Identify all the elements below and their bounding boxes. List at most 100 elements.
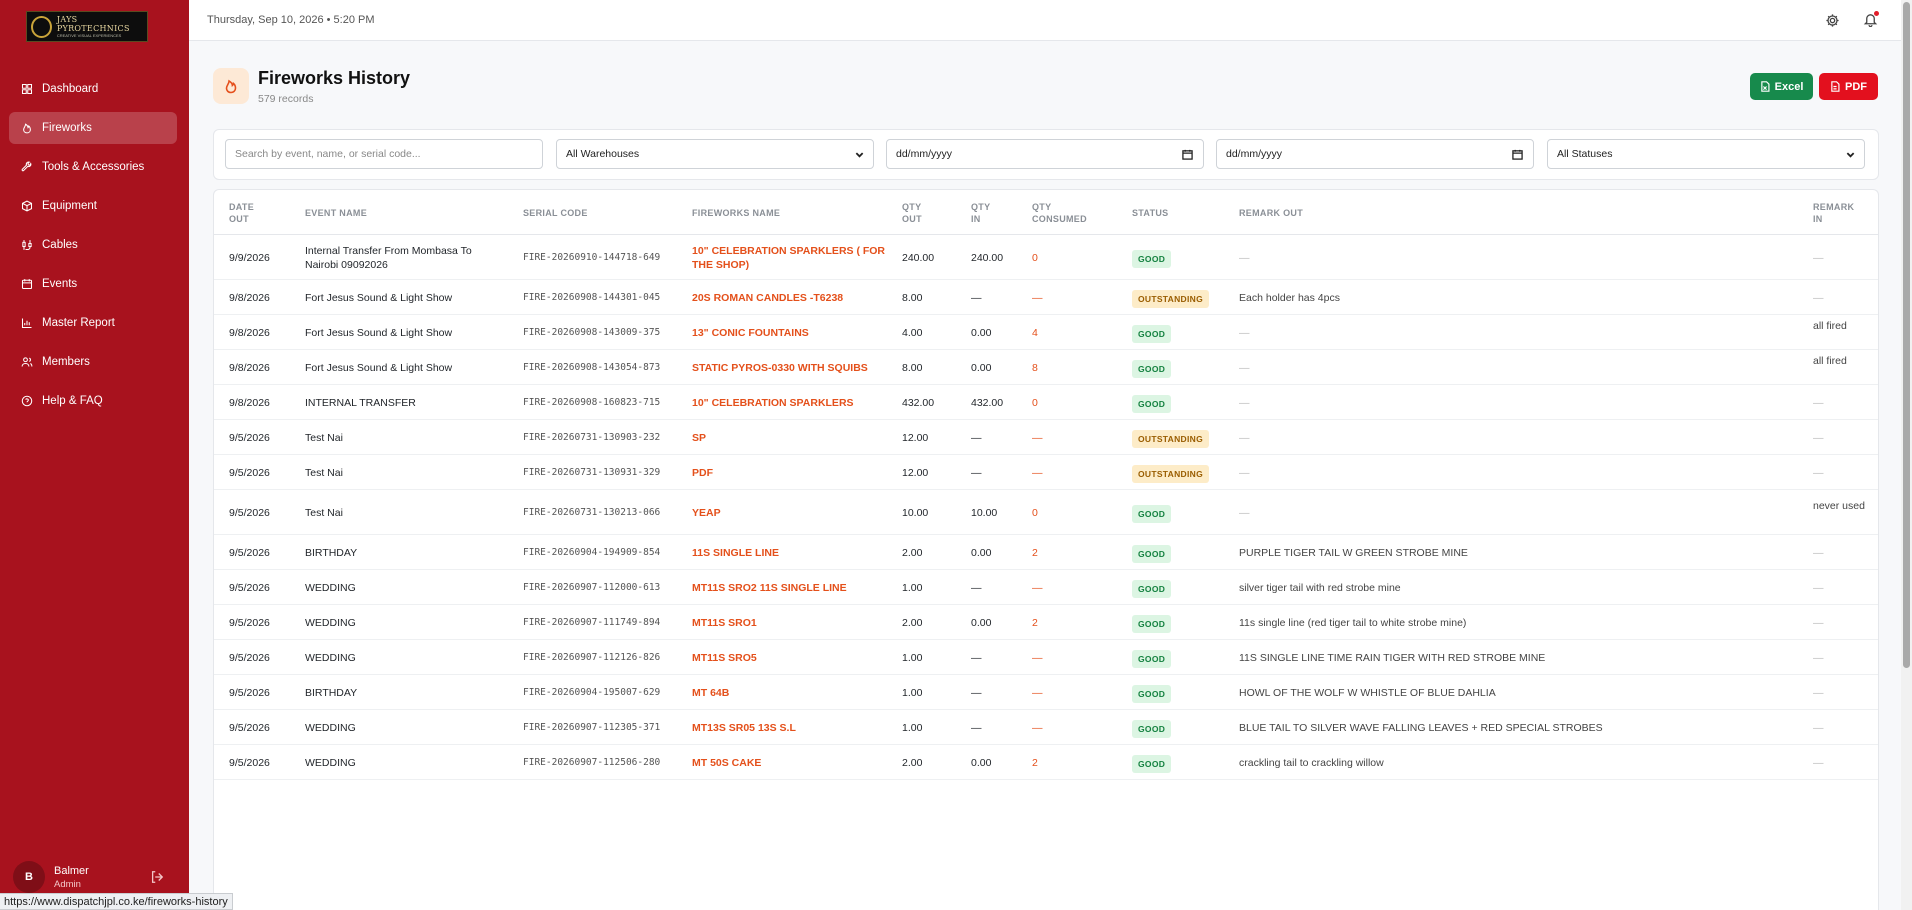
status-badge: GOOD [1132, 359, 1172, 378]
search-input[interactable]: Search by event, name, or serial code... [225, 139, 543, 169]
column-header-qty-consumed[interactable]: QTY CONSUMED [1032, 201, 1087, 225]
table-row[interactable]: 9/5/2026 WEDDING FIRE-20260907-112000-613 M… [214, 570, 1878, 605]
qty-out-cell: 10.00 [902, 506, 929, 519]
file-icon [1831, 81, 1840, 92]
status-badge: OUTSTANDING [1132, 429, 1209, 448]
fireworks-name-link[interactable]: MT11S SRO5 [692, 651, 892, 665]
fireworks-name-link[interactable]: MT 64B [692, 686, 892, 700]
column-header-date-out[interactable]: DATE OUT [229, 201, 254, 225]
table-row[interactable]: 9/5/2026 WEDDING FIRE-20260907-112126-826 M… [214, 640, 1878, 675]
fireworks-name-link[interactable]: STATIC PYROS-0330 WITH SQUIBS [692, 361, 892, 375]
date-out-cell: 9/5/2026 [229, 756, 270, 769]
serial-code-cell: FIRE-20260910-144718-649 [523, 251, 661, 263]
column-header-remark-in[interactable]: REMARK IN [1813, 201, 1854, 225]
avatar[interactable]: B [13, 861, 45, 893]
calendar-icon[interactable] [1182, 149, 1193, 160]
export-pdf-button[interactable]: PDF [1819, 73, 1878, 100]
serial-code-cell: FIRE-20260904-194909-854 [523, 546, 661, 558]
status-badge: GOOD [1132, 544, 1172, 563]
table-row[interactable]: 9/5/2026 WEDDING FIRE-20260907-111749-894 M… [214, 605, 1878, 640]
qty-in-cell: 10.00 [971, 506, 998, 519]
export-excel-button[interactable]: Excel [1750, 73, 1813, 100]
sidebar-item-fireworks[interactable]: Fireworks [9, 112, 177, 144]
table-row[interactable]: 9/8/2026 Fort Jesus Sound & Light Show FIR… [214, 280, 1878, 315]
table-row[interactable]: 9/8/2026 INTERNAL TRANSFER FIRE-20260908-1… [214, 385, 1878, 420]
table-row[interactable]: 9/5/2026 WEDDING FIRE-20260907-112305-371 M… [214, 710, 1878, 745]
remark-in-cell: — [1813, 466, 1824, 479]
gear-icon[interactable] [1825, 13, 1839, 27]
flame-icon [213, 68, 249, 104]
qty-in-cell: 0.00 [971, 546, 992, 559]
fireworks-name-link[interactable]: MT13S SR05 13S S.L [692, 721, 892, 735]
remark-in-cell: — [1813, 396, 1824, 409]
remark-in-cell: — [1813, 651, 1824, 664]
date-out-cell: 9/5/2026 [229, 506, 270, 519]
sidebar-item-label: Equipment [42, 200, 97, 212]
scrollbar-thumb[interactable] [1903, 2, 1910, 668]
box-icon [21, 200, 33, 212]
sidebar-item-tools-accessories[interactable]: Tools & Accessories [9, 151, 177, 183]
status-select[interactable]: All Statuses [1547, 139, 1865, 169]
fireworks-name-link[interactable]: MT11S SRO2 11S SINGLE LINE [692, 581, 892, 595]
sidebar-item-label: Master Report [42, 317, 115, 329]
column-header-qty-in[interactable]: QTY IN [971, 201, 990, 225]
qty-in-cell: 0.00 [971, 361, 992, 374]
cable-icon [21, 239, 33, 251]
company-logo[interactable]: JAYS PYROTECHNICS CREATIVE VISUAL EXPERI… [26, 11, 148, 42]
column-header-qty-out[interactable]: QTY OUT [902, 201, 922, 225]
fireworks-name-link[interactable]: PDF [692, 466, 892, 480]
remark-out-cell: PURPLE TIGER TAIL W GREEN STROBE MINE [1239, 546, 1468, 559]
table-row[interactable]: 9/5/2026 BIRTHDAY FIRE-20260904-194909-854… [214, 535, 1878, 570]
user-role: Admin [54, 878, 81, 890]
remark-in-cell: — [1813, 546, 1824, 559]
sidebar-item-label: Members [42, 356, 90, 368]
calendar-icon[interactable] [1512, 149, 1523, 160]
column-header-remark-out[interactable]: REMARK OUT [1239, 207, 1303, 219]
table-row[interactable]: 9/5/2026 BIRTHDAY FIRE-20260904-195007-629… [214, 675, 1878, 710]
fireworks-name-link[interactable]: SP [692, 431, 892, 445]
column-header-serial-code[interactable]: SERIAL CODE [523, 207, 588, 219]
table-row[interactable]: 9/8/2026 Fort Jesus Sound & Light Show FIR… [214, 315, 1878, 350]
sidebar-item-help-faq[interactable]: Help & FAQ [9, 385, 177, 417]
fireworks-name-link[interactable]: 13" CONIC FOUNTAINS [692, 326, 892, 340]
qty-out-cell: 2.00 [902, 616, 923, 629]
current-datetime: Thursday, Sep 10, 2026 • 5:20 PM [207, 14, 375, 26]
qty-in-cell: — [971, 581, 982, 594]
fireworks-name-link[interactable]: 11S SINGLE LINE [692, 546, 892, 560]
warehouse-select[interactable]: All Warehouses [556, 139, 874, 169]
table-row[interactable]: 9/5/2026 Test Nai FIRE-20260731-130931-329… [214, 455, 1878, 490]
date-to-input[interactable]: dd/mm/yyyy [1216, 139, 1534, 169]
qty-consumed-cell: — [1032, 651, 1043, 664]
fireworks-name-link[interactable]: 10" CELEBRATION SPARKLERS ( FOR THE SHOP… [692, 244, 892, 272]
page-scrollbar[interactable] [1901, 0, 1912, 910]
sidebar-item-cables[interactable]: Cables [9, 229, 177, 261]
logout-icon[interactable] [150, 870, 164, 884]
sidebar-item-master-report[interactable]: Master Report [9, 307, 177, 339]
sidebar-item-dashboard[interactable]: Dashboard [9, 73, 177, 105]
fireworks-name-link[interactable]: MT 50S CAKE [692, 756, 892, 770]
serial-code-cell: FIRE-20260907-112000-613 [523, 581, 661, 593]
table-row[interactable]: 9/5/2026 WEDDING FIRE-20260907-112506-280 M… [214, 745, 1878, 780]
table-row[interactable]: 9/5/2026 Test Nai FIRE-20260731-130213-066… [214, 490, 1878, 535]
table-row[interactable]: 9/8/2026 Fort Jesus Sound & Light Show FIR… [214, 350, 1878, 385]
fireworks-name-link[interactable]: MT11S SRO1 [692, 616, 892, 630]
sidebar-item-members[interactable]: Members [9, 346, 177, 378]
event-name-cell: Internal Transfer From Mombasa To Nairob… [305, 244, 472, 271]
page-title: Fireworks History [258, 68, 411, 88]
fireworks-name-link[interactable]: YEAP [692, 506, 892, 520]
qty-out-cell: 8.00 [902, 361, 923, 374]
fireworks-name-link[interactable]: 20S ROMAN CANDLES -T6238 [692, 291, 892, 305]
qty-in-cell: — [971, 651, 982, 664]
column-header-event-name[interactable]: EVENT NAME [305, 207, 367, 219]
table-row[interactable]: 9/9/2026 Internal Transfer From Mombasa T… [214, 235, 1878, 280]
sidebar-item-label: Help & FAQ [42, 395, 103, 407]
remark-out-cell: — [1239, 251, 1250, 264]
sidebar-item-events[interactable]: Events [9, 268, 177, 300]
export-excel-label: Excel [1774, 80, 1804, 93]
fireworks-name-link[interactable]: 10" CELEBRATION SPARKLERS [692, 396, 892, 410]
column-header-fireworks-name[interactable]: FIREWORKS NAME [692, 207, 780, 219]
table-row[interactable]: 9/5/2026 Test Nai FIRE-20260731-130903-232… [214, 420, 1878, 455]
date-from-input[interactable]: dd/mm/yyyy [886, 139, 1204, 169]
sidebar-item-equipment[interactable]: Equipment [9, 190, 177, 222]
column-header-status[interactable]: STATUS [1132, 207, 1168, 219]
